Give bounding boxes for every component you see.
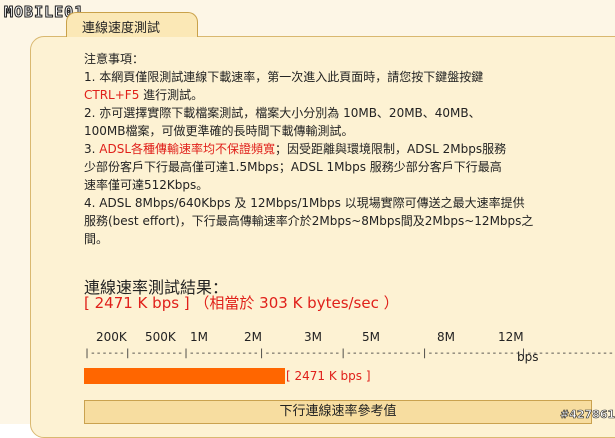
note-item-3-line2: 少部份客戶下行最高僅可達1.5Mbps；ADSL 1Mbps 服務少部分客戶下行… xyxy=(84,160,502,174)
scale-label: 5M xyxy=(362,330,380,344)
note-item-3-rest: ；因受距離與環境限制，ADSL 2Mbps服務 xyxy=(275,142,507,156)
note-item-2: 2. 亦可選擇實際下載檔案測試，檔案大小分別為 10MB、20MB、40MB、 xyxy=(84,106,481,120)
scale-label: 3M xyxy=(304,330,322,344)
note-item-4-line3: 間。 xyxy=(84,232,109,246)
notes-section: 注意事項： 1. 本網頁僅限測試連線下載速率，第一次進入此頁面時，請您按下鍵盤按… xyxy=(84,50,594,248)
watermark: #427861 xyxy=(560,408,615,422)
note-item-1: 1. 本網頁僅限測試連線下載速率，第一次進入此頁面時，請您按下鍵盤按鍵 xyxy=(84,68,594,86)
result-value: [ 2471 K bps ] （相當於 303 K bytes/sec ） xyxy=(84,294,399,312)
note-item-3-line3: 速率僅可達512Kbps。 xyxy=(84,178,209,192)
notes-heading: 注意事項： xyxy=(84,52,145,66)
note-item-1-line2: CTRL+F5 進行測試。 xyxy=(84,86,594,104)
scale-label: 12M xyxy=(498,330,524,344)
note-hotkey: CTRL+F5 xyxy=(84,88,140,102)
note-item-2-line2: 100MB檔案，可做更準確的長時間下載傳輸測試。 xyxy=(84,124,354,138)
page-title: 連線速度測試 xyxy=(82,21,161,36)
note-warning: ADSL各種傳輸速率均不保證頻寬 xyxy=(99,142,276,156)
speed-bar-fill xyxy=(84,368,285,384)
scale-label: 2M xyxy=(244,330,262,344)
note-item-4-line2: 服務(best effort)，下行最高傳輸速率介於2Mbps~8Mbps間及2… xyxy=(84,214,534,228)
scale-label: 500K xyxy=(145,330,176,344)
speed-scale-labels: 200K 500K 1M 2M 3M 5M 8M 12M xyxy=(84,330,554,346)
scale-unit: bps xyxy=(517,350,539,364)
note-item-3: 3. ADSL各種傳輸速率均不保證頻寬；因受距離與環境限制，ADSL 2Mbps… xyxy=(84,140,594,158)
note-item-1-line1: 1. 本網頁僅限測試連線下載速率，第一次進入此頁面時，請您按下鍵盤按鍵 xyxy=(84,70,484,84)
speed-bar-track xyxy=(84,368,285,384)
scale-label: 8M xyxy=(437,330,455,344)
scale-label: 1M xyxy=(190,330,208,344)
note-item-4: 4. ADSL 8Mbps/640Kbps 及 12Mbps/1Mbps 以現場… xyxy=(84,196,525,210)
speed-bar-label: [ 2471 K bps ] xyxy=(286,369,371,383)
note-item-3-prefix: 3. xyxy=(84,142,100,156)
reference-speed-button[interactable]: 下行連線速率參考值 xyxy=(84,400,592,424)
scale-label: 200K xyxy=(96,330,127,344)
note-item-1-rest: 進行測試。 xyxy=(139,88,204,102)
